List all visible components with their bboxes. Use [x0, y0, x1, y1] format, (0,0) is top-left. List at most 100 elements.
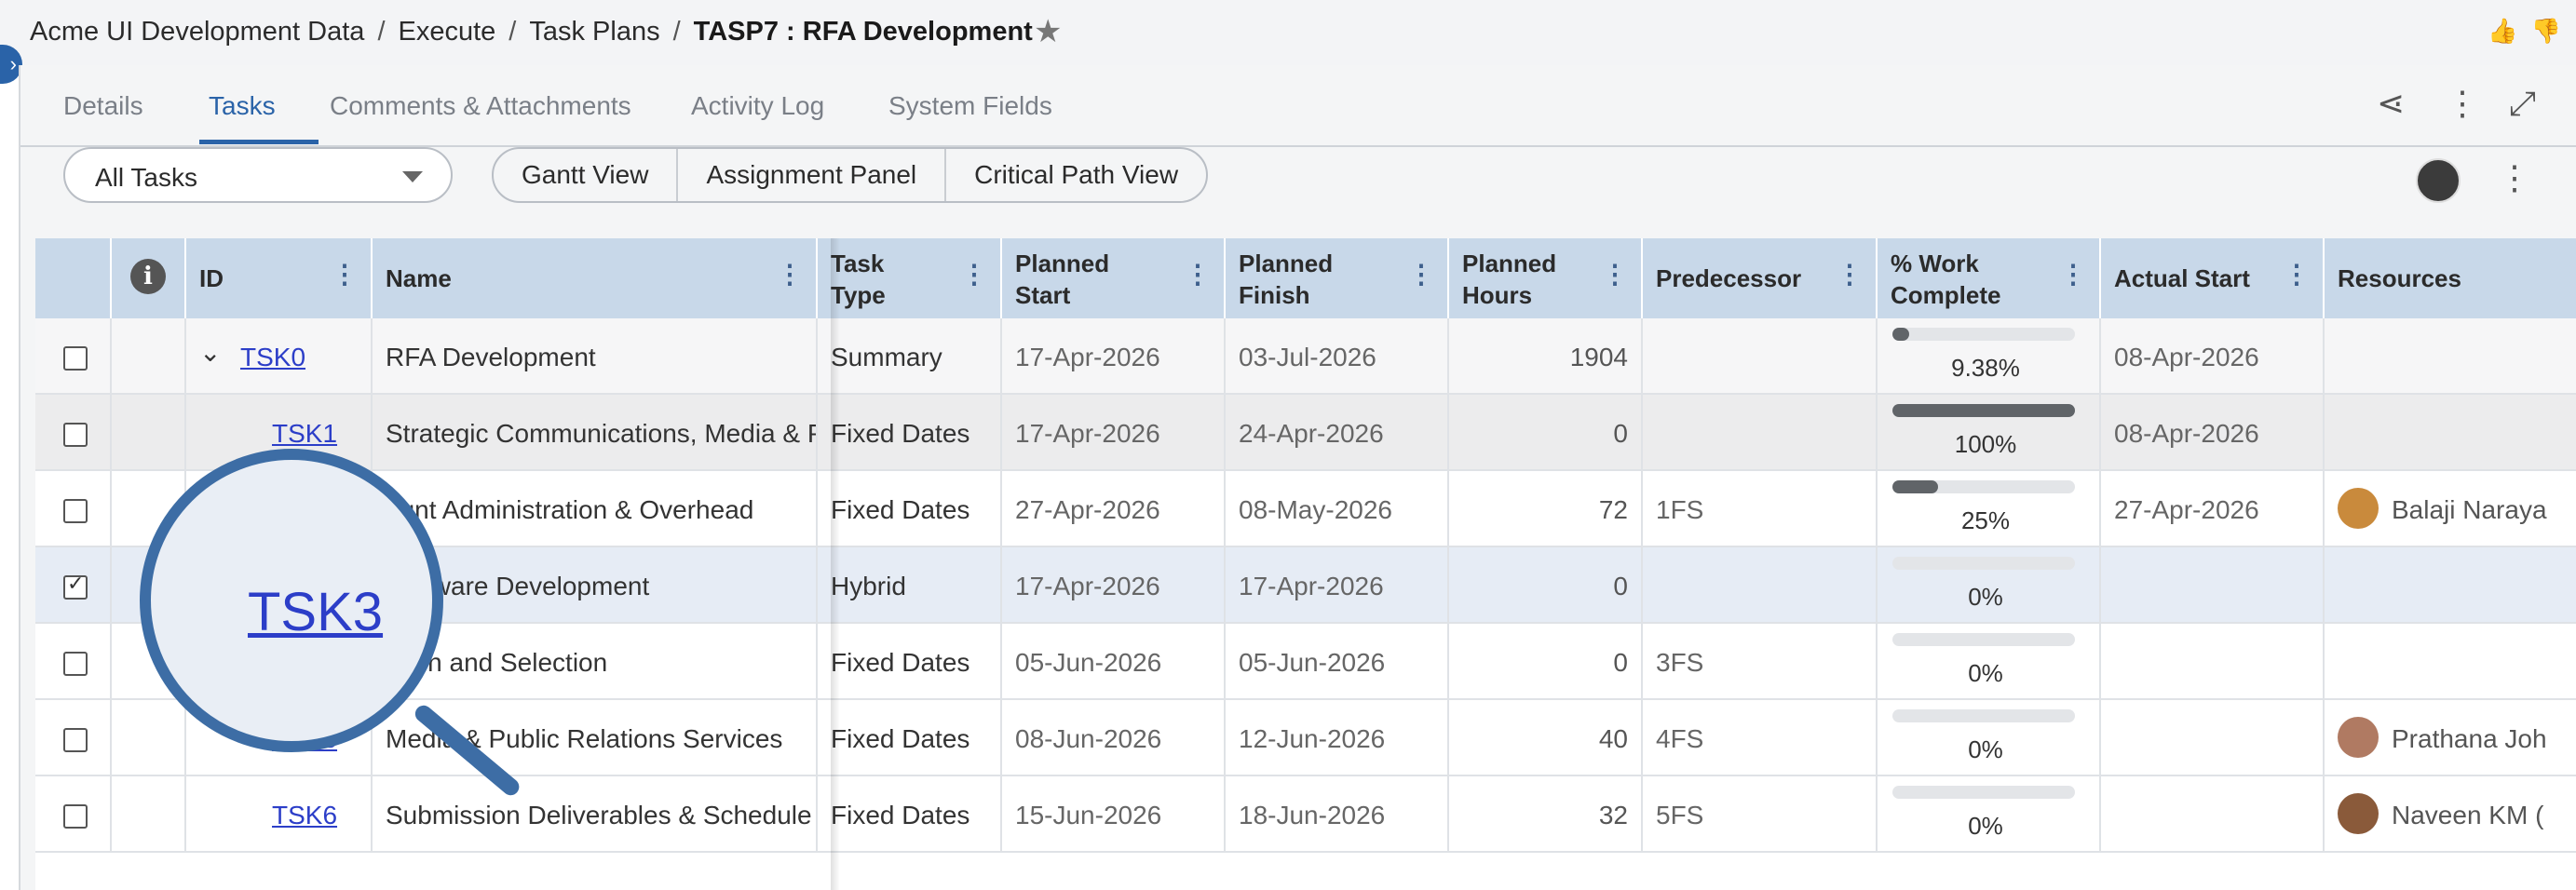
column-menu-icon[interactable]: ⋮ — [1408, 259, 1434, 290]
planned-hours-cell: 0 — [1449, 624, 1643, 700]
planned-start-cell-text: 17-Apr-2026 — [1015, 419, 1160, 448]
table-row[interactable]: TSK1 Strategic Communications, Media & P F… — [35, 395, 2576, 471]
task-id-cell-text[interactable]: TSK0 — [240, 343, 305, 372]
row-checkbox[interactable] — [63, 423, 88, 447]
row-checkbox[interactable] — [63, 499, 88, 523]
frozen-column-divider — [831, 238, 840, 890]
column-menu-icon[interactable]: ⋮ — [777, 259, 803, 290]
star-icon[interactable]: ★ — [1034, 13, 1062, 50]
column-menu-icon[interactable]: ⋮ — [2060, 259, 2086, 290]
column-id[interactable]: ID ⋮ — [186, 238, 373, 318]
more-options-icon[interactable]: ⋮ — [2446, 84, 2479, 123]
progress-fill — [1892, 328, 1910, 341]
view-switcher: Gantt View Assignment Panel Critical Pat… — [492, 147, 1209, 203]
task-type-cell-text: Fixed Dates — [831, 724, 970, 753]
share-icon[interactable]: ⋖ — [2377, 84, 2405, 123]
column-actual-start[interactable]: Actual Start ⋮ — [2101, 238, 2325, 318]
planned-finish-cell-text: 05-Jun-2026 — [1239, 648, 1386, 677]
column-menu-icon[interactable]: ⋮ — [1185, 259, 1211, 290]
row-checkbox[interactable] — [63, 728, 88, 752]
table-row[interactable]: TSK6 Submission Deliverables & Schedule Fi… — [35, 776, 2576, 853]
column-resources[interactable]: Resources — [2325, 238, 2576, 318]
row-checkbox-cell[interactable] — [35, 547, 112, 624]
task-type-cell: Fixed Dates — [818, 776, 1002, 853]
task-id-cell-text[interactable]: TSK6 — [272, 801, 337, 830]
info-column: i — [112, 238, 186, 318]
gantt-view-button[interactable]: Gantt View — [494, 149, 679, 201]
predecessor-cell — [1643, 395, 1878, 471]
thumbs-down-icon[interactable]: 👎 — [2531, 17, 2561, 45]
planned-hours-cell: 40 — [1449, 700, 1643, 776]
task-type-cell-text: Hybrid — [831, 572, 906, 600]
task-type-cell-text: Fixed Dates — [831, 495, 970, 524]
tab-system-fields[interactable]: System Fields — [888, 91, 1052, 121]
expand-icon[interactable]: ⤢ — [2509, 84, 2536, 124]
column-work-complete[interactable]: % Work Complete ⋮ — [1878, 238, 2101, 318]
work-complete-cell: 0% — [1878, 700, 2101, 776]
actual-start-cell-text: 08-Apr-2026 — [2114, 343, 2259, 371]
breadcrumb-item[interactable]: Execute — [399, 17, 496, 47]
column-menu-icon[interactable]: ⋮ — [961, 259, 987, 290]
planned-finish-cell: 24-Apr-2026 — [1226, 395, 1449, 471]
task-filter-select[interactable]: All Tasks — [63, 147, 453, 203]
critical-path-view-button[interactable]: Critical Path View — [946, 149, 1206, 201]
avatar — [2338, 488, 2379, 529]
column-task-type[interactable]: Task Type ⋮ — [818, 238, 1002, 318]
column-menu-icon[interactable]: ⋮ — [1602, 259, 1628, 290]
row-checkbox-cell[interactable] — [35, 700, 112, 776]
info-cell — [112, 395, 186, 471]
tab-activity-log[interactable]: Activity Log — [691, 91, 824, 121]
breadcrumb-current: TASP7 : RFA Development — [693, 17, 1033, 47]
tab-details[interactable]: Details — [63, 91, 143, 121]
work-complete-cell: 100% — [1878, 395, 2101, 471]
breadcrumb-item[interactable]: Task Plans — [529, 17, 659, 47]
column-planned-finish[interactable]: Planned Finish ⋮ — [1226, 238, 1449, 318]
toolbar-more-icon[interactable]: ⋮ — [2498, 158, 2531, 197]
row-checkbox[interactable] — [63, 652, 88, 676]
column-menu-icon[interactable]: ⋮ — [2284, 259, 2310, 290]
column-predecessor[interactable]: Predecessor ⋮ — [1643, 238, 1878, 318]
column-menu-icon[interactable]: ⋮ — [332, 259, 358, 290]
row-checkbox[interactable] — [63, 572, 88, 600]
column-planned-hours[interactable]: Planned Hours ⋮ — [1449, 238, 1643, 318]
thumbs-up-icon[interactable]: 👍 — [2488, 17, 2517, 45]
row-checkbox-cell[interactable] — [35, 318, 112, 395]
task-id-cell-text[interactable]: TSK1 — [272, 419, 337, 449]
planned-hours-cell-text: 1904 — [1569, 343, 1628, 371]
resources-cell: Balaji Naraya — [2325, 471, 2576, 547]
task-filter-value: All Tasks — [95, 163, 197, 192]
tab-tasks[interactable]: Tasks — [209, 91, 276, 121]
column-planned-start[interactable]: Planned Start ⋮ — [1002, 238, 1226, 318]
collapse-chevron-icon[interactable]: ⌄ — [199, 337, 221, 368]
row-checkbox-cell[interactable] — [35, 471, 112, 547]
row-checkbox[interactable] — [63, 346, 88, 371]
progress-fill — [1892, 404, 2075, 417]
column-menu-icon[interactable]: ⋮ — [1837, 259, 1863, 290]
breadcrumb-separator: / — [508, 17, 517, 47]
active-tab-indicator — [199, 140, 319, 144]
row-checkbox-cell[interactable] — [35, 395, 112, 471]
row-checkbox[interactable] — [63, 804, 88, 829]
breadcrumb-item[interactable]: Acme UI Development Data — [30, 17, 364, 47]
planned-hours-cell: 72 — [1449, 471, 1643, 547]
resources-cell — [2325, 318, 2576, 395]
planned-start-cell-text: 17-Apr-2026 — [1015, 343, 1160, 371]
progress-label: 100% — [1954, 430, 2017, 458]
tab-comments-attachments[interactable]: Comments & Attachments — [330, 91, 631, 121]
planned-finish-cell-text: 12-Jun-2026 — [1239, 724, 1386, 753]
progress-bar — [1892, 709, 2075, 722]
avatar — [2338, 717, 2379, 758]
progress-label: 0% — [1968, 735, 2003, 763]
row-checkbox-cell[interactable] — [35, 776, 112, 853]
column-name[interactable]: Name ⋮ — [373, 238, 818, 318]
progress-fill — [1892, 480, 1938, 493]
planned-finish-cell-text: 08-May-2026 — [1239, 495, 1392, 524]
work-complete-cell: 9.38% — [1878, 318, 2101, 395]
planned-start-cell-text: 05-Jun-2026 — [1015, 648, 1162, 677]
avatar[interactable] — [2416, 158, 2461, 203]
table-row[interactable]: ⌄ TSK0 RFA Development Summary 17-Apr-2026 03… — [35, 318, 2576, 395]
select-all-column[interactable] — [35, 238, 112, 318]
assignment-panel-button[interactable]: Assignment Panel — [678, 149, 947, 201]
row-checkbox-cell[interactable] — [35, 624, 112, 700]
breadcrumb-separator: / — [377, 17, 386, 47]
